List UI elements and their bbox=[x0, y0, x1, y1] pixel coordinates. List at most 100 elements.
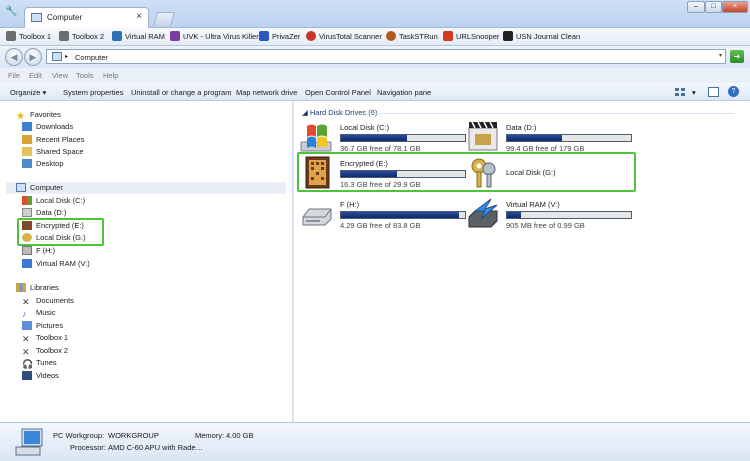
chevron-down-icon: ▾ bbox=[42, 88, 47, 97]
nav-recent-places[interactable]: Recent Places bbox=[22, 135, 84, 147]
nav-documents[interactable]: ✕ Documents bbox=[22, 296, 74, 308]
link-privazer[interactable]: PrivaZer bbox=[259, 31, 300, 43]
drive-free-space: 4.29 GB free of 83.8 GB bbox=[340, 221, 421, 230]
drive-c[interactable]: Local Disk (C:) 36.7 GB free of 78.1 GB bbox=[295, 120, 470, 154]
nav-toolbox-1[interactable]: ✕ Toolbox 1 bbox=[22, 333, 68, 345]
drive-free-space: 905 MB free of 0.99 GB bbox=[506, 221, 585, 230]
nav-drive-h[interactable]: F (H:) bbox=[22, 246, 55, 258]
nav-downloads[interactable]: Downloads bbox=[22, 122, 73, 134]
drive-label: Data (D:) bbox=[506, 123, 537, 132]
nav-drive-c[interactable]: Local Disk (C:) bbox=[22, 196, 85, 208]
uninstall-program-button[interactable]: Uninstall or change a program bbox=[131, 88, 231, 97]
minimize-button[interactable]: – bbox=[687, 1, 705, 13]
menu-view[interactable]: View bbox=[52, 71, 68, 80]
forward-button[interactable]: ▶ bbox=[24, 48, 42, 66]
menu-help[interactable]: Help bbox=[103, 71, 118, 80]
new-tab-button[interactable] bbox=[153, 12, 175, 26]
drive-usage-bar bbox=[506, 134, 632, 142]
drive-usage-fill bbox=[341, 135, 407, 141]
desktop-icon bbox=[22, 159, 32, 168]
windows-drive-icon bbox=[22, 196, 32, 205]
usn-icon bbox=[503, 31, 513, 41]
help-button[interactable]: ? bbox=[728, 86, 739, 97]
drive-usage-bar bbox=[340, 134, 466, 142]
tab-computer[interactable]: Computer × bbox=[24, 7, 149, 28]
collapse-icon[interactable]: ◢ bbox=[302, 108, 310, 117]
hdd-icon bbox=[302, 208, 332, 226]
wrench-icon[interactable]: 🔧 bbox=[5, 6, 19, 20]
tools-icon bbox=[59, 31, 69, 41]
tab-close-icon[interactable]: × bbox=[136, 11, 142, 22]
nav-libraries[interactable]: Libraries bbox=[16, 283, 59, 295]
navigation-pane-button[interactable]: Navigation pane bbox=[377, 88, 431, 97]
tools-icon: ✕ bbox=[22, 334, 30, 344]
virustotal-icon bbox=[306, 31, 316, 41]
drive-v[interactable]: Virtual RAM (V:) 905 MB free of 0.99 GB bbox=[461, 197, 636, 231]
link-urlsnooper[interactable]: URLSnooper bbox=[443, 31, 499, 43]
workgroup-label: PC Workgroup: bbox=[53, 431, 105, 440]
nav-favorites[interactable]: ★ Favorites bbox=[16, 110, 61, 122]
maximize-button[interactable]: □ bbox=[705, 1, 722, 13]
link-taskstrun[interactable]: TaskSTRun bbox=[386, 31, 438, 43]
nav-tunes[interactable]: 🎧 Tunes bbox=[22, 358, 57, 370]
ram-icon bbox=[112, 31, 122, 41]
highlight-box-content bbox=[297, 152, 636, 192]
computer-icon bbox=[52, 52, 62, 61]
nav-computer[interactable]: Computer bbox=[16, 183, 63, 195]
libraries-icon bbox=[16, 283, 26, 292]
link-toolbox-2[interactable]: Toolbox 2 bbox=[59, 31, 104, 43]
drive-label: Local Disk (C:) bbox=[340, 123, 390, 132]
ramdisk-icon bbox=[22, 259, 32, 268]
hdd-icon bbox=[22, 246, 32, 255]
recent-places-icon bbox=[22, 135, 32, 144]
open-control-panel-button[interactable]: Open Control Panel bbox=[305, 88, 371, 97]
drive-usage-fill bbox=[507, 135, 562, 141]
folder-icon bbox=[22, 147, 32, 156]
organize-button[interactable]: Organize ▾ bbox=[10, 88, 46, 97]
drive-usage-fill bbox=[341, 212, 459, 218]
preview-pane-icon[interactable] bbox=[708, 87, 719, 97]
videos-icon bbox=[22, 371, 32, 380]
star-icon: ★ bbox=[16, 111, 25, 122]
tab-title: Computer bbox=[47, 13, 83, 22]
links-bar: Toolbox 1 Toolbox 2 Virtual RAM UVK - Ul… bbox=[0, 28, 750, 46]
nav-drive-v[interactable]: Virtual RAM (V:) bbox=[22, 259, 90, 271]
memory-label: Memory: bbox=[195, 431, 225, 440]
system-properties-button[interactable]: System properties bbox=[63, 88, 123, 97]
view-options-arrow[interactable]: ▾ bbox=[692, 88, 696, 97]
address-input[interactable]: ▸ Computer ▾ bbox=[46, 49, 726, 64]
link-virustotal[interactable]: VirusTotal Scanner bbox=[306, 31, 382, 43]
nav-pictures[interactable]: Pictures bbox=[22, 321, 63, 333]
back-button[interactable]: ◀ bbox=[5, 48, 23, 66]
memory-value: 4.00 GB bbox=[226, 431, 254, 440]
details-pane: PC Workgroup: WORKGROUP Memory: 4.00 GB … bbox=[0, 422, 750, 461]
nav-desktop[interactable]: Desktop bbox=[22, 159, 64, 171]
close-button[interactable]: × bbox=[722, 1, 748, 13]
computer-icon bbox=[16, 183, 26, 192]
address-bar-row: ◀ ▶ ▸ Computer ▾ ➜ bbox=[0, 46, 750, 68]
link-toolbox-1[interactable]: Toolbox 1 bbox=[6, 31, 51, 43]
map-network-drive-button[interactable]: Map network drive bbox=[236, 88, 297, 97]
tools-icon bbox=[6, 31, 16, 41]
link-virtual-ram[interactable]: Virtual RAM bbox=[112, 31, 165, 43]
link-usn-journal-clean[interactable]: USN Journal Clean bbox=[503, 31, 580, 43]
menu-tools[interactable]: Tools bbox=[76, 71, 94, 80]
nav-music[interactable]: ♪ Music bbox=[22, 308, 56, 320]
breadcrumb[interactable]: Computer bbox=[75, 53, 108, 62]
nav-toolbox-2[interactable]: ✕ Toolbox 2 bbox=[22, 346, 68, 358]
nav-shared-space[interactable]: Shared Space bbox=[22, 147, 84, 159]
change-view-icon[interactable] bbox=[674, 87, 686, 97]
menu-file[interactable]: File bbox=[8, 71, 20, 80]
menu-bar: File Edit View Tools Help bbox=[0, 68, 750, 83]
menu-edit[interactable]: Edit bbox=[29, 71, 42, 80]
documents-icon: ✕ bbox=[22, 297, 30, 307]
drive-h[interactable]: F (H:) 4.29 GB free of 83.8 GB bbox=[295, 197, 470, 231]
highlight-box-nav bbox=[17, 218, 104, 246]
urlsnooper-icon bbox=[443, 31, 453, 41]
chevron-down-icon[interactable]: ▾ bbox=[719, 52, 722, 59]
go-button[interactable]: ➜ bbox=[730, 50, 744, 63]
nav-videos[interactable]: Videos bbox=[22, 371, 59, 383]
breadcrumb-separator[interactable]: ▸ bbox=[65, 53, 68, 60]
link-uvk[interactable]: UVK - Ultra Virus Killer bbox=[170, 31, 259, 43]
drive-d[interactable]: Data (D:) 99.4 GB free of 179 GB bbox=[461, 120, 636, 154]
